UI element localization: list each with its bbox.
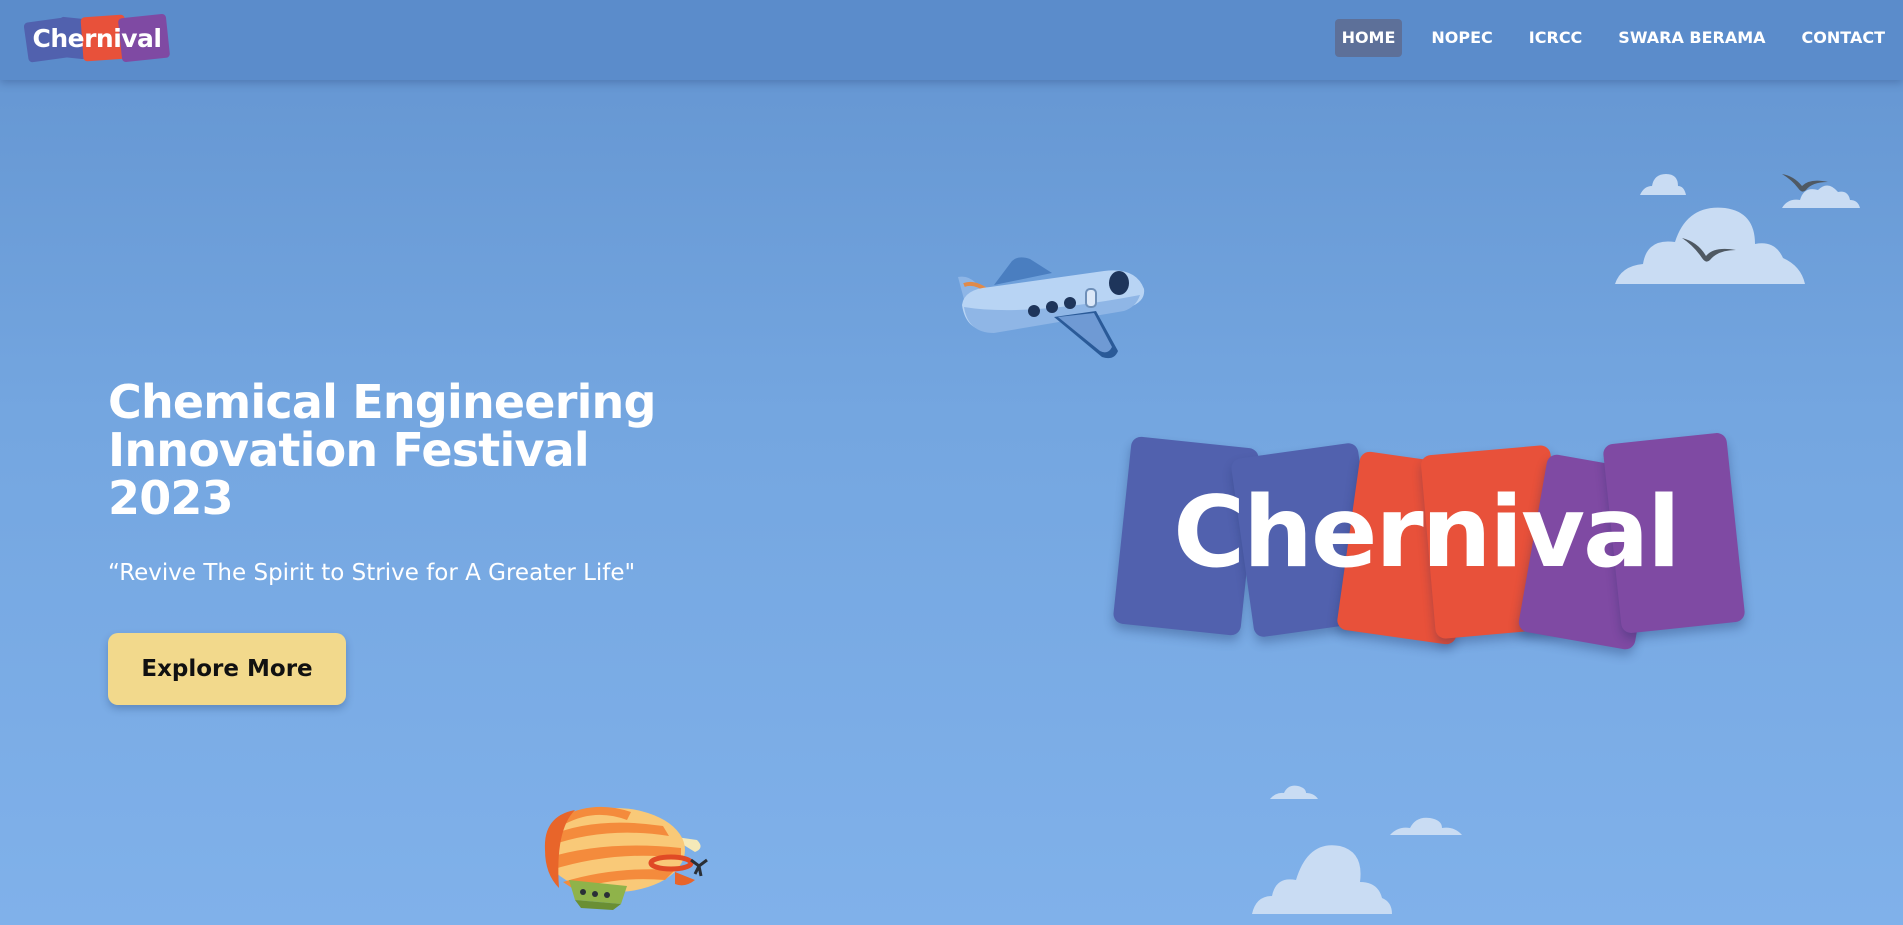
nav-logo[interactable]: Chernival [23, 13, 171, 64]
nav-menu: HOME NOPEC ICRCC SWARA BERAMA CONTACT [1324, 19, 1903, 57]
navbar: Chernival HOME NOPEC ICRCC SWARA BERAMA … [0, 0, 1903, 80]
bird-icon [1782, 174, 1828, 192]
hero-title: Chemical Engineering Innovation Festival… [108, 375, 656, 525]
nav-item-icrcc[interactable]: ICRCC [1522, 19, 1590, 57]
hero-logo: Chernival [1108, 428, 1746, 654]
hero-logo-text: Chernival [1173, 476, 1680, 590]
cloud-icon [1640, 174, 1686, 195]
airplane-illustration [958, 257, 1145, 359]
cloud-icon [1390, 817, 1462, 835]
nav-item-home[interactable]: HOME [1334, 19, 1403, 57]
cloud-icon [1270, 785, 1318, 799]
nav-item-contact[interactable]: CONTACT [1795, 19, 1892, 57]
hero-subtitle: “Revive The Spirit to Strive for A Great… [108, 560, 636, 586]
nav-logo-text: Chernival [32, 24, 162, 53]
airship-illustration [544, 806, 708, 910]
nav-item-swara-berama[interactable]: SWARA BERAMA [1611, 19, 1772, 57]
bird-icon [1682, 238, 1736, 262]
explore-more-button[interactable]: Explore More [108, 633, 346, 705]
nav-item-nopec[interactable]: NOPEC [1424, 19, 1499, 57]
cloud-icon [1252, 845, 1392, 914]
